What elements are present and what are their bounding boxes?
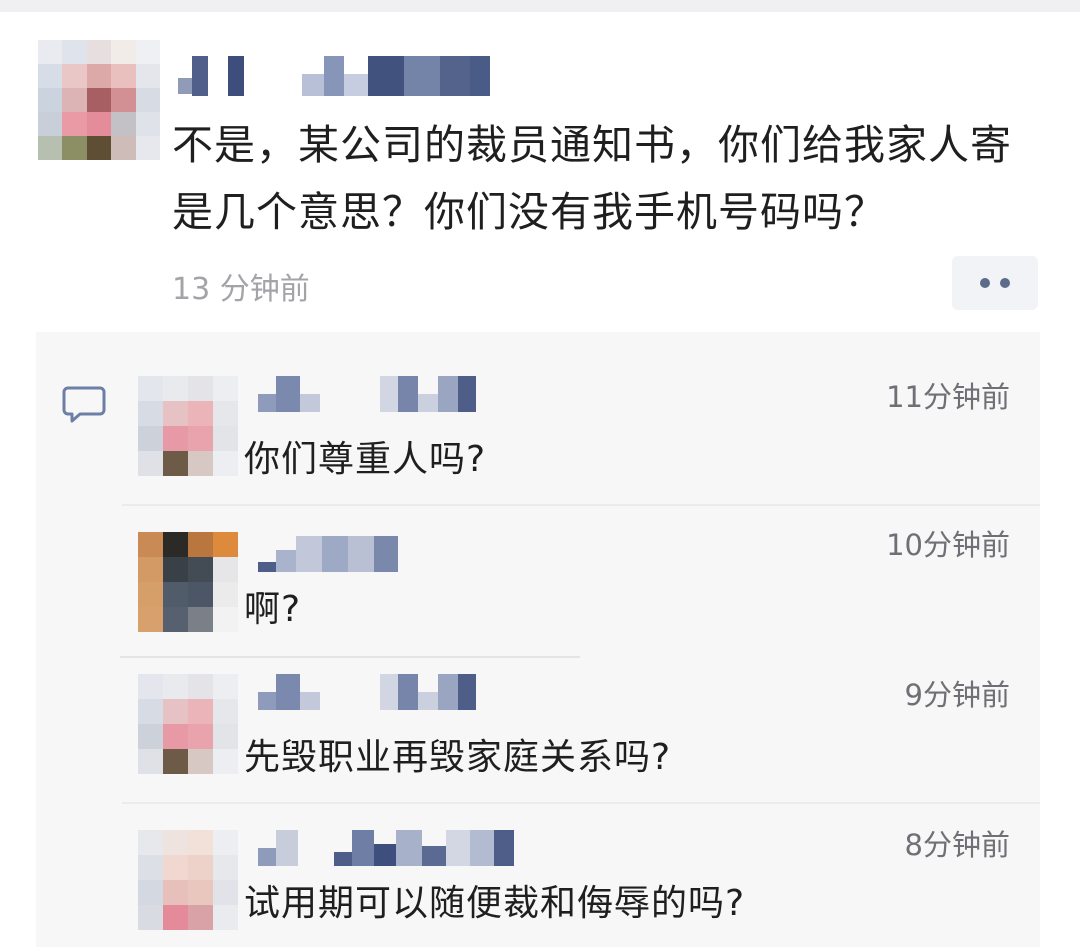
comment-author-name[interactable] [258, 376, 476, 412]
comment-avatar[interactable] [138, 674, 238, 774]
comment-text: 先毁职业再毁家庭关系吗? [244, 737, 672, 778]
comment-timestamp: 11分钟前 [886, 380, 1010, 414]
comment-timestamp: 10分钟前 [886, 528, 1010, 562]
comment-author-name[interactable] [258, 536, 398, 572]
top-status-strip [0, 0, 1080, 12]
more-dot-icon [980, 278, 990, 288]
comment-author-name[interactable] [258, 674, 476, 710]
post-author-name[interactable] [178, 56, 490, 96]
comment-timestamp: 9分钟前 [904, 678, 1010, 712]
comment-avatar[interactable] [138, 532, 238, 632]
comment-text: 试用期可以随便裁和侮辱的吗? [244, 883, 746, 924]
comment-bubble-icon [62, 386, 106, 423]
comment-avatar[interactable] [138, 830, 238, 930]
comment-timestamp: 8分钟前 [904, 828, 1010, 862]
more-options-button[interactable] [952, 256, 1038, 310]
comment-divider [120, 656, 580, 658]
comment-divider [122, 504, 1040, 506]
more-dot-icon [1000, 278, 1010, 288]
post-content: 不是，某公司的裁员通知书，你们给我家人寄是几个意思？你们没有我手机号码吗？ [172, 121, 1012, 236]
comment-avatar[interactable] [138, 376, 238, 476]
comment-text: 你们尊重人吗? [244, 439, 487, 480]
comment-divider [122, 802, 1040, 804]
comment-text: 啊? [244, 589, 302, 630]
comment-author-name[interactable] [258, 830, 514, 866]
post-author-avatar[interactable] [38, 40, 160, 160]
post-timestamp: 13 分钟前 [172, 272, 310, 307]
